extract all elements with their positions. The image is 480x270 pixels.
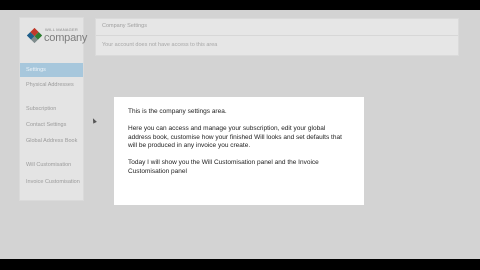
- sidebar: WILL MANAGER company Settings Physical A…: [19, 17, 87, 201]
- sidebar-item-global-address-book[interactable]: Global Address Book: [20, 138, 83, 145]
- panel-divider: [96, 35, 458, 36]
- company-settings-panel: Company Settings Your account does not h…: [95, 18, 459, 56]
- dialog-paragraph-2: Here you can access and manage your subs…: [128, 125, 342, 150]
- panel-title: Company Settings: [102, 23, 147, 29]
- mouse-cursor-icon: [91, 117, 97, 124]
- sidebar-item-invoice-customisation[interactable]: Invoice Customisation: [20, 179, 83, 186]
- company-logo[interactable]: WILL MANAGER company: [25, 23, 87, 53]
- sidebar-item-settings[interactable]: Settings: [20, 63, 83, 77]
- sidebar-item-contact-settings[interactable]: Contact Settings: [20, 122, 83, 129]
- access-denied-message: Your account does not have access to thi…: [102, 42, 218, 48]
- logo-mark-icon: [26, 27, 43, 44]
- dialog-paragraph-1: This is the company settings area.: [128, 108, 227, 115]
- sidebar-item-subscription[interactable]: Subscription: [20, 106, 83, 113]
- sidebar-item-physical-addresses[interactable]: Physical Addresses: [20, 82, 83, 89]
- sidebar-item-will-customisation[interactable]: Will Customisation: [20, 162, 83, 169]
- dialog-paragraph-3: Today I will show you the Will Customisa…: [128, 159, 319, 175]
- tutorial-dialog: This is the company settings area. Here …: [114, 97, 364, 205]
- app-screen: WILL MANAGER company Settings Physical A…: [0, 10, 480, 259]
- logo-brand: company: [44, 32, 88, 44]
